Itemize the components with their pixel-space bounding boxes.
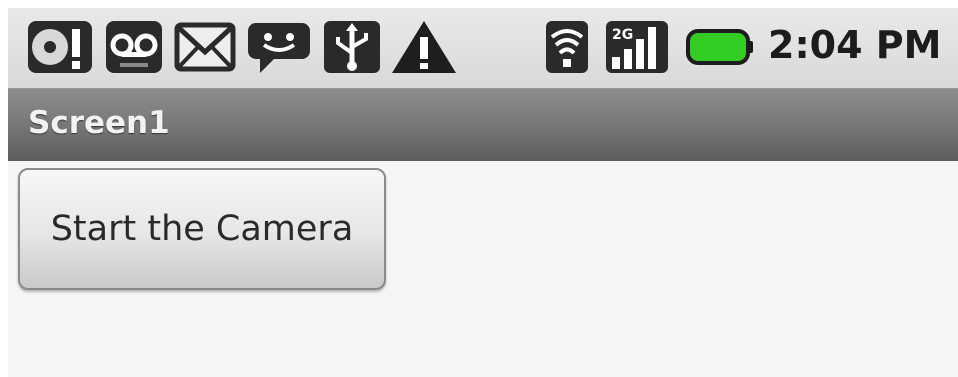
warning-icon xyxy=(392,21,456,73)
screen-title: Screen1 xyxy=(28,105,170,141)
chat-icon xyxy=(248,23,310,73)
gmail-icon xyxy=(174,22,236,72)
wifi-icon xyxy=(546,21,588,73)
start-camera-button[interactable]: Start the Camera xyxy=(18,168,386,290)
start-camera-button-label: Start the Camera xyxy=(50,209,354,249)
voicemail-icon xyxy=(106,21,162,73)
signal-2g-label: 2G xyxy=(612,27,633,43)
usb-icon xyxy=(324,21,380,73)
battery-icon xyxy=(686,29,753,65)
phone-screen: 2G 2:04 PM Screen1 Start the Camera xyxy=(8,8,958,377)
signal-2g-icon: 2G xyxy=(606,21,668,73)
status-bar: 2G 2:04 PM xyxy=(8,8,958,88)
status-clock: 2:04 PM xyxy=(768,23,942,67)
title-bar: Screen1 xyxy=(8,88,958,161)
voicemail-alert-icon xyxy=(28,21,92,73)
